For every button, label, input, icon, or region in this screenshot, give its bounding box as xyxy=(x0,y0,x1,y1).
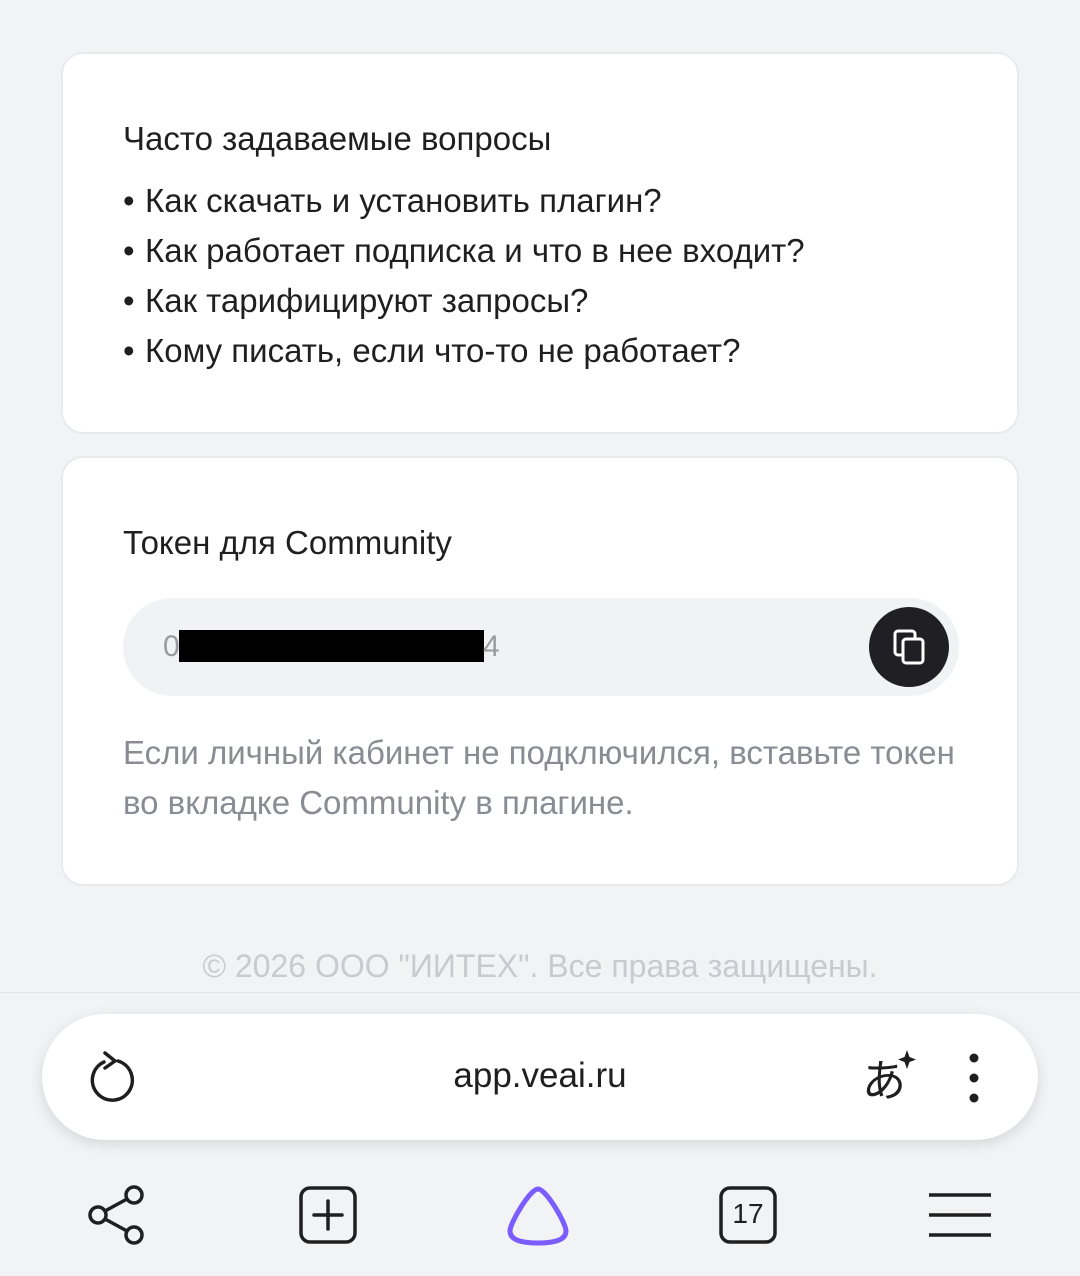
more-vertical-icon xyxy=(969,1053,979,1103)
menu-button[interactable] xyxy=(924,1179,996,1251)
faq-list: • Как скачать и установить плагин? • Как р… xyxy=(123,176,805,376)
token-hint: Если личный кабинет не подключился, вста… xyxy=(123,734,955,821)
translate-button[interactable]: あ xyxy=(860,1048,918,1107)
token-value-end: 4 xyxy=(483,630,500,663)
faq-card: Часто задаваемые вопросы • Как скачать и … xyxy=(61,52,1019,434)
faq-item[interactable]: • Как тарифицируют запросы? xyxy=(123,276,805,326)
copy-token-button[interactable] xyxy=(869,607,949,687)
faq-item[interactable]: • Как работает подписка и что в нее входи… xyxy=(123,226,805,276)
new-tab-icon xyxy=(299,1186,357,1244)
faq-title: Часто задаваемые вопросы xyxy=(123,120,552,157)
share-icon xyxy=(88,1185,144,1245)
share-button[interactable] xyxy=(80,1179,152,1251)
token-field[interactable]: 0 4 xyxy=(123,598,959,696)
alice-icon xyxy=(507,1186,569,1246)
new-tab-button[interactable] xyxy=(292,1179,364,1251)
token-redaction xyxy=(179,630,484,662)
page: Часто задаваемые вопросы • Как скачать и … xyxy=(0,0,1080,1276)
more-button[interactable] xyxy=(952,1050,996,1106)
token-title: Токен для Community xyxy=(123,524,452,561)
token-card: Токен для Community 0 4 Если личный каби… xyxy=(61,456,1019,886)
browser-toolbar: app.veai.ru あ 17 xyxy=(0,992,1080,1276)
copyright: © 2026 ООО "ИИТЕХ". Все права защищены. xyxy=(202,948,878,984)
faq-item[interactable]: • Кому писать, если что-то не работает? xyxy=(123,326,805,376)
translate-icon: あ xyxy=(862,1050,916,1107)
address-bar[interactable]: app.veai.ru あ xyxy=(42,1014,1038,1140)
svg-text:あ: あ xyxy=(862,1056,906,1106)
menu-icon xyxy=(929,1193,991,1237)
tabs-button[interactable]: 17 xyxy=(712,1179,784,1251)
faq-item[interactable]: • Как скачать и установить плагин? xyxy=(123,176,805,226)
copy-icon xyxy=(893,629,925,665)
alice-button[interactable] xyxy=(502,1179,574,1251)
tabs-count: 17 xyxy=(732,1198,764,1229)
